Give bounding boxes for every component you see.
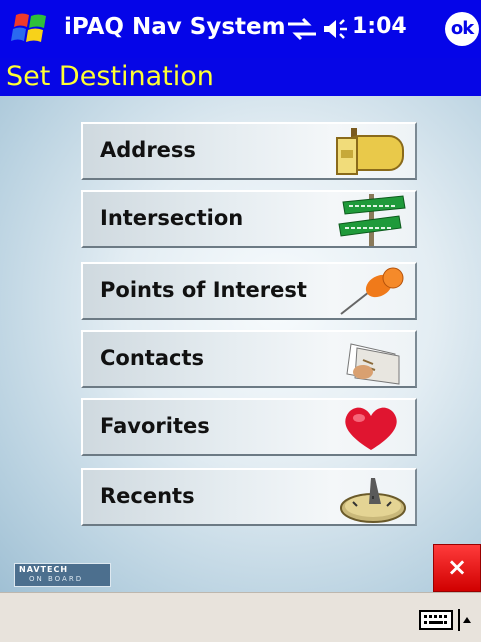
points-of-interest-button[interactable]: Points of Interest xyxy=(81,262,417,320)
input-menu-arrow-icon[interactable] xyxy=(458,607,472,633)
address-button[interactable]: Address xyxy=(81,122,417,180)
keyboard-icon[interactable] xyxy=(419,609,453,631)
street-sign-icon xyxy=(338,194,406,246)
intersection-button[interactable]: Intersection xyxy=(81,190,417,248)
recents-button[interactable]: Recents xyxy=(81,468,417,526)
pushpin-icon xyxy=(340,267,404,315)
close-button[interactable]: × xyxy=(433,544,481,592)
sundial-icon xyxy=(340,478,406,523)
address-label: Address xyxy=(100,138,196,162)
navtech-brand: NAVTECH xyxy=(19,565,69,574)
speaker-icon[interactable] xyxy=(322,16,350,42)
header-band: Set Destination xyxy=(0,58,481,96)
command-bar xyxy=(0,592,481,642)
favorites-label: Favorites xyxy=(100,414,210,438)
app-title: iPAQ Nav System xyxy=(64,14,286,40)
intersection-label: Intersection xyxy=(100,206,244,230)
clock[interactable]: 1:04 xyxy=(352,14,407,39)
recents-label: Recents xyxy=(100,484,195,508)
ok-button[interactable]: ok xyxy=(445,12,479,46)
page-title: Set Destination xyxy=(6,61,214,92)
windows-start-icon[interactable] xyxy=(10,9,52,49)
main-area: Address Intersection Points of Interest … xyxy=(0,96,481,592)
navtech-tagline: ON BOARD xyxy=(29,575,84,583)
contacts-icon xyxy=(346,343,400,385)
heart-icon xyxy=(345,407,397,450)
navtech-logo: NAVTECH ON BOARD xyxy=(14,563,111,587)
connectivity-icon[interactable] xyxy=(286,16,318,42)
contacts-label: Contacts xyxy=(100,346,204,370)
mailbox-icon xyxy=(336,128,404,175)
favorites-button[interactable]: Favorites xyxy=(81,398,417,456)
contacts-button[interactable]: Contacts xyxy=(81,330,417,388)
close-icon: × xyxy=(446,553,468,581)
points-of-interest-label: Points of Interest xyxy=(100,278,307,302)
title-bar: iPAQ Nav System 1:04 ok xyxy=(0,0,481,58)
